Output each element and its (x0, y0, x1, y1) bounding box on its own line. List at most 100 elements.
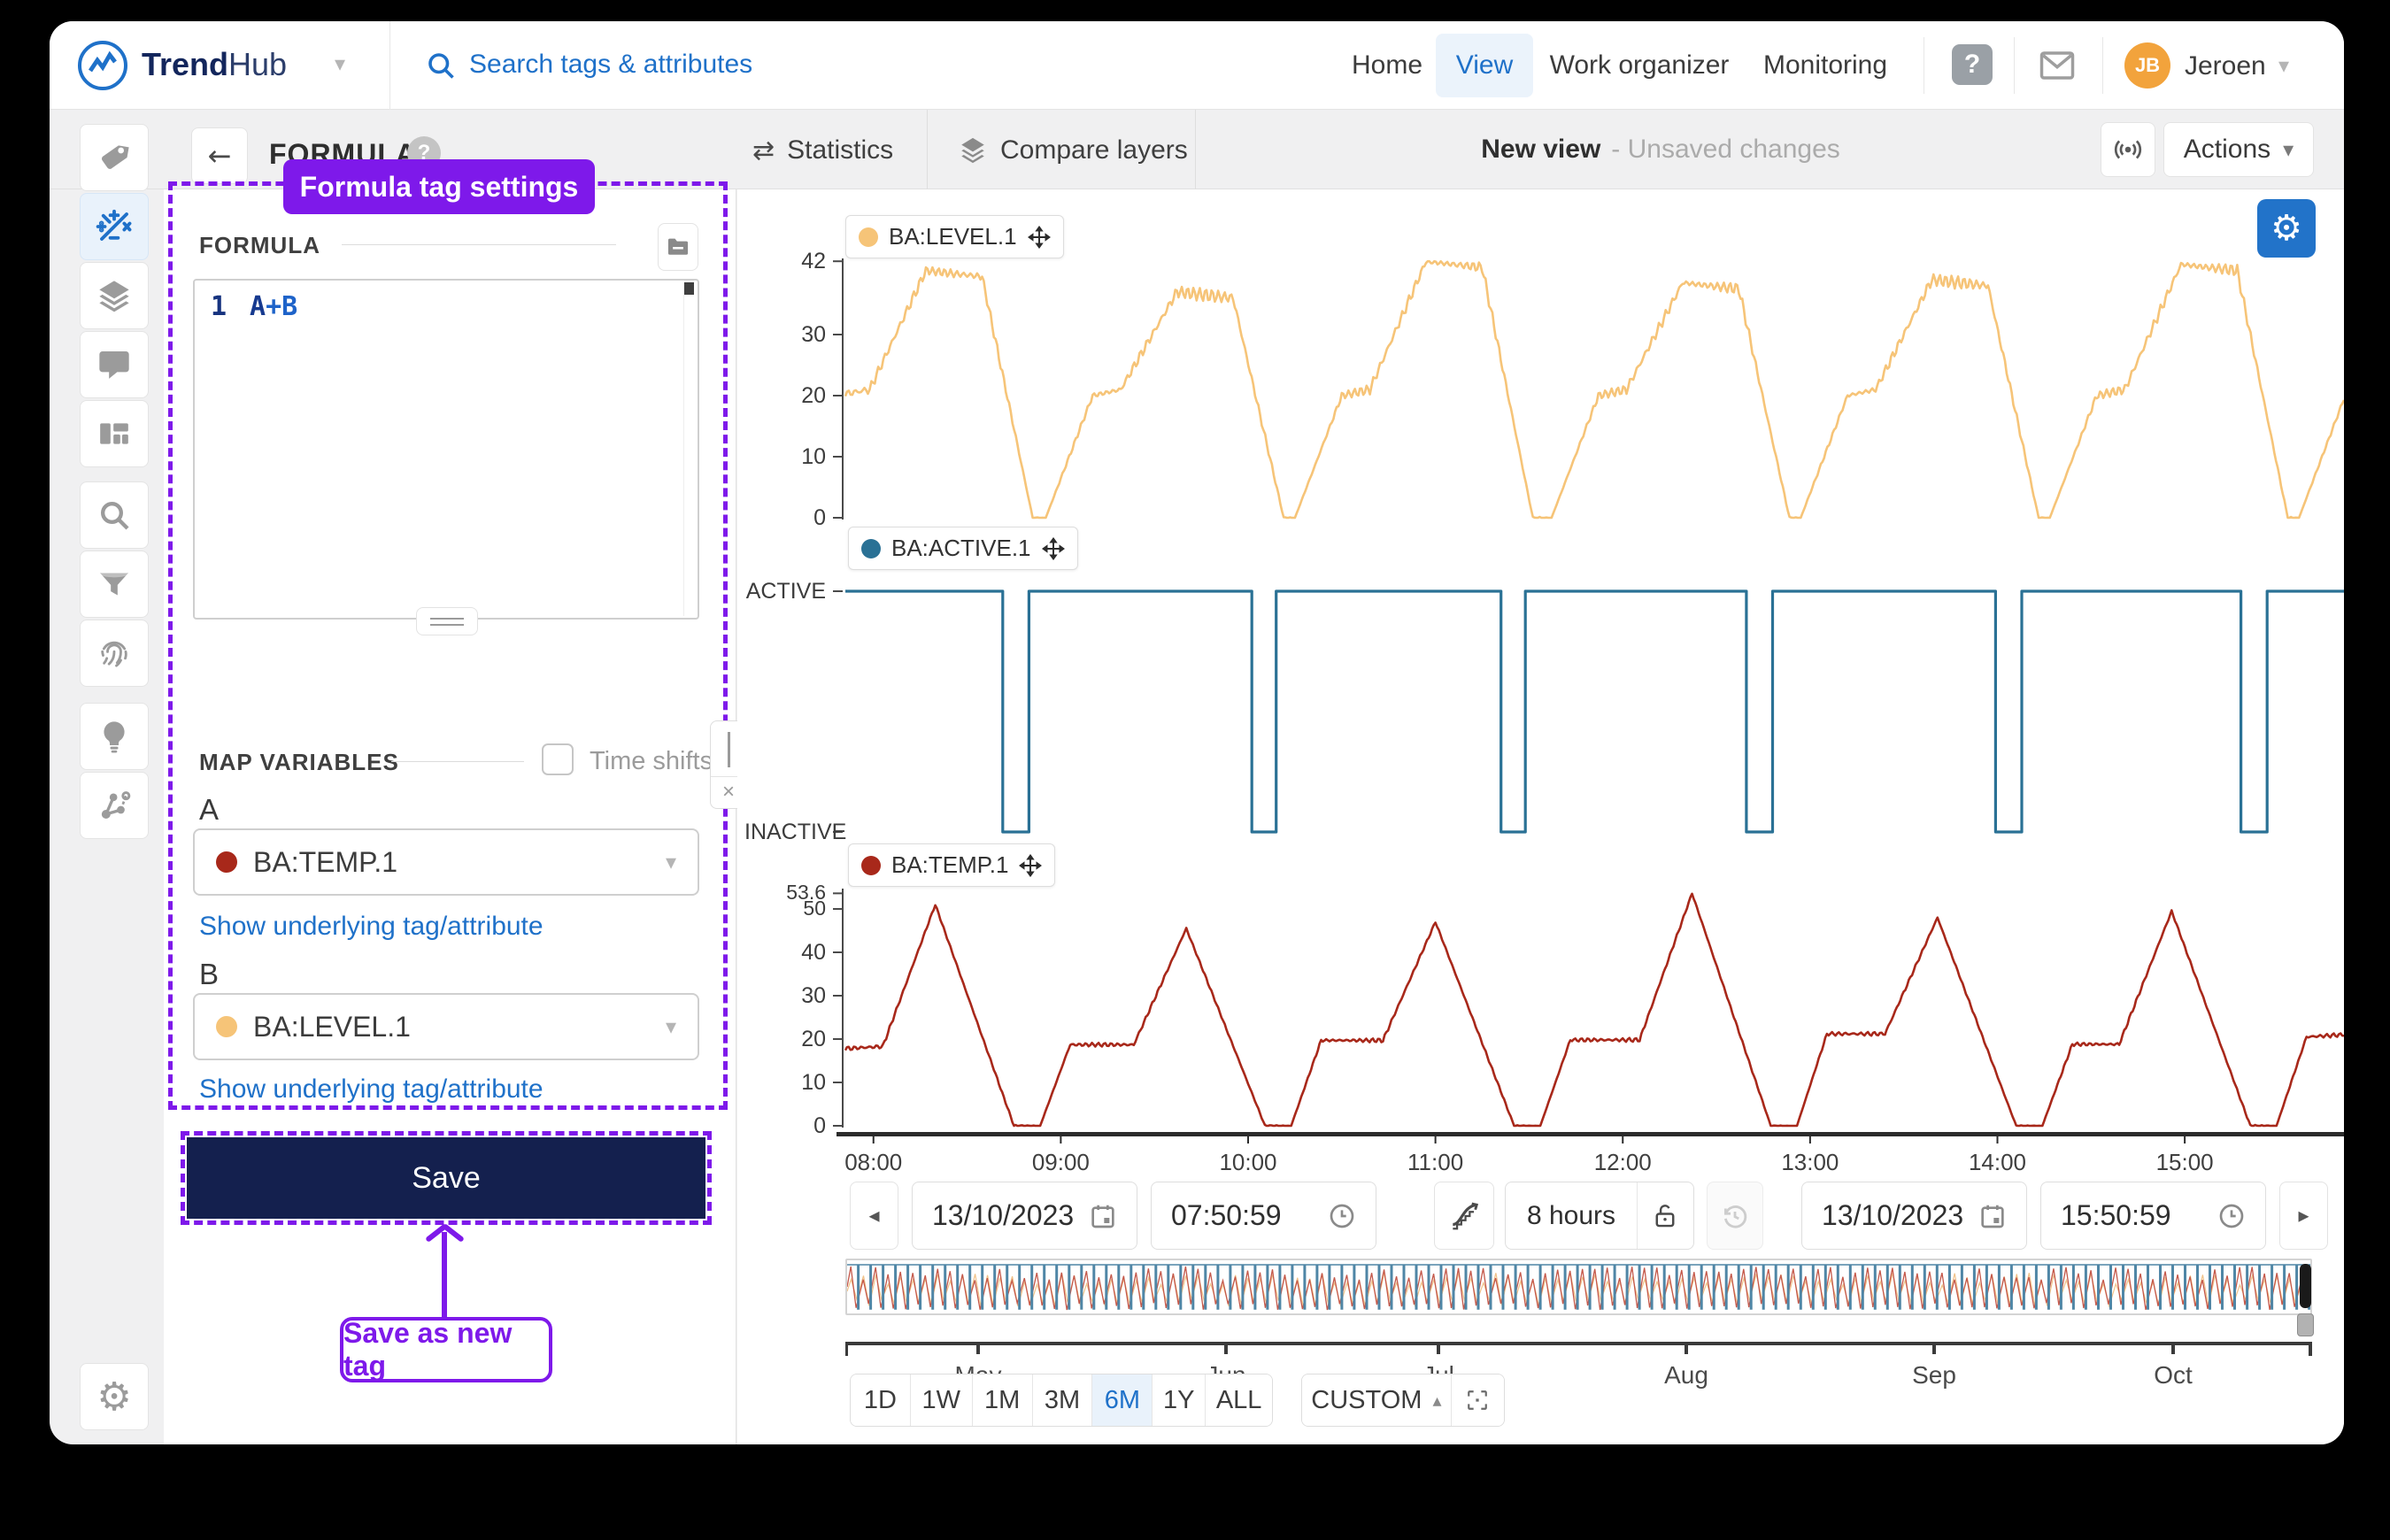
range-button-3m[interactable]: 3M (1033, 1374, 1093, 1426)
user-name[interactable]: Jeroen (2185, 51, 2266, 81)
sidebar-item-search[interactable] (80, 481, 149, 549)
range-button-group: 1D 1W 1M 3M 6M 1Y ALL (850, 1374, 1273, 1427)
trendhub-logo-icon[interactable] (78, 41, 127, 90)
series-dot (859, 227, 878, 247)
sidebar-item-filter[interactable] (80, 551, 149, 618)
start-date-field[interactable]: 13/10/2023 (912, 1182, 1137, 1250)
variable-a-series-dot (216, 851, 237, 873)
editor-resize-handle[interactable] (416, 607, 478, 635)
legend-chip-active[interactable]: BA:ACTIVE.1 (848, 527, 1078, 570)
custom-range-button[interactable]: CUSTOM ▴ (1302, 1374, 1452, 1426)
variable-b-dropdown[interactable]: BA:LEVEL.1 ▾ (193, 993, 699, 1060)
range-button-6m[interactable]: 6M (1092, 1374, 1153, 1426)
brand-hub: Hub (228, 46, 287, 83)
calendar-icon (1978, 1202, 2007, 1230)
sidebar-item-settings[interactable]: ⚙ (80, 1363, 149, 1430)
layers-icon (958, 135, 988, 166)
sidebar-item-comment[interactable] (80, 331, 149, 398)
variable-a-show-underlying-link[interactable]: Show underlying tag/attribute (199, 912, 544, 942)
actions-button[interactable]: Actions ▾ (2163, 122, 2314, 177)
section-rule (342, 244, 616, 245)
y-tick-label: 10 (744, 444, 826, 470)
formula-code[interactable]: A+B (250, 291, 297, 322)
editor-scrollbar[interactable] (683, 282, 694, 616)
x-tick-label: 10:00 (1195, 1149, 1301, 1176)
variable-b-show-underlying-link[interactable]: Show underlying tag/attribute (199, 1074, 544, 1105)
legend-chip-temp[interactable]: BA:TEMP.1 (848, 843, 1055, 887)
range-button-1w[interactable]: 1W (911, 1374, 973, 1426)
user-chevron-down-icon[interactable]: ▾ (2278, 53, 2289, 78)
view-title-status: - Unsaved changes (1611, 135, 1840, 165)
sidebar-item-layers[interactable] (80, 262, 149, 329)
pan-right-button[interactable]: ▸ (2279, 1182, 2328, 1250)
y-tick-label: 42 (744, 249, 826, 274)
end-time-field[interactable]: 15:50:59 (2040, 1182, 2266, 1250)
range-button-1m[interactable]: 1M (973, 1374, 1033, 1426)
nav-view[interactable]: View (1436, 34, 1533, 97)
range-button-1d[interactable]: 1D (851, 1374, 911, 1426)
nav-monitoring[interactable]: Monitoring (1746, 34, 1905, 97)
save-button[interactable]: Save (187, 1137, 705, 1219)
formula-folder-button[interactable] (658, 223, 698, 271)
sidebar-item-dashboard[interactable] (80, 400, 149, 467)
compare-layers-button[interactable]: Compare layers (958, 131, 1188, 170)
y-tick-label: 30 (744, 322, 826, 348)
series-name: BA:LEVEL.1 (889, 223, 1017, 250)
y-tick-label: 10 (744, 1070, 826, 1096)
y-tick-label: INACTIVE (744, 820, 826, 845)
variable-b-series-dot (216, 1016, 237, 1037)
range-button-all[interactable]: ALL (1206, 1374, 1272, 1426)
brand-chevron-down-icon[interactable]: ▾ (335, 51, 345, 76)
view-title: New view - Unsaved changes (1377, 135, 1944, 165)
y-tick-label: 20 (744, 1027, 826, 1052)
y-tick-label: 20 (744, 383, 826, 409)
overview-selection-grip[interactable] (2297, 1313, 2314, 1336)
nav-home[interactable]: Home (1338, 34, 1436, 97)
mail-icon[interactable] (2039, 48, 2076, 83)
sidebar-item-network[interactable] (80, 772, 149, 839)
interpolation-button[interactable] (1434, 1182, 1494, 1250)
y-tick-label: 40 (744, 940, 826, 966)
series-dot (861, 856, 881, 875)
calendar-icon (1089, 1202, 1117, 1230)
actions-chevron-down-icon: ▾ (2283, 137, 2294, 162)
sidebar-item-lightbulb[interactable] (80, 703, 149, 770)
sidebar-item-formula[interactable] (80, 193, 149, 260)
series-dot (861, 539, 881, 558)
chart-settings-button[interactable]: ⚙ (2257, 199, 2316, 258)
overview-strip[interactable] (845, 1259, 2312, 1315)
range-button-1y[interactable]: 1Y (1153, 1374, 1206, 1426)
variable-a-chevron-down-icon: ▾ (666, 850, 676, 874)
formula-editor[interactable]: 1 A+B (193, 279, 699, 620)
nav-work-organizer[interactable]: Work organizer (1542, 34, 1737, 97)
statistics-button[interactable]: ⇄ Statistics (752, 131, 893, 170)
start-time-field[interactable]: 07:50:59 (1151, 1182, 1376, 1250)
end-date-field[interactable]: 13/10/2023 (1801, 1182, 2027, 1250)
x-tick-label: 08:00 (821, 1149, 927, 1176)
move-icon[interactable] (1028, 226, 1051, 249)
duration-value[interactable]: 8 hours (1506, 1201, 1637, 1231)
sidebar-item-tag[interactable] (80, 124, 149, 191)
fit-range-button[interactable] (1452, 1374, 1504, 1426)
top-bar: TrendHub ▾ Search tags & attributes Home… (50, 21, 2344, 110)
help-icon[interactable]: ? (1952, 44, 1993, 85)
topbar-divider (2102, 37, 2103, 94)
legend-chip-level[interactable]: BA:LEVEL.1 (845, 215, 1064, 258)
history-reset-button[interactable] (1707, 1182, 1763, 1250)
avatar[interactable]: JB (2124, 42, 2170, 89)
overview-selection-handle[interactable] (2300, 1264, 2311, 1308)
pan-left-button[interactable]: ◂ (850, 1182, 898, 1250)
lock-icon[interactable] (1637, 1202, 1693, 1230)
back-button[interactable]: ← (191, 127, 248, 184)
time-shifts-label: Time shifts (590, 747, 713, 776)
search-input[interactable]: Search tags & attributes (469, 50, 752, 80)
duration-group: 8 hours (1505, 1182, 1694, 1250)
move-icon[interactable] (1042, 537, 1065, 560)
broadcast-button[interactable] (2101, 122, 2155, 177)
time-shifts-checkbox[interactable] (542, 743, 574, 775)
chart-layer: 423020100BA:LEVEL.1ACTIVEINACTIVEBA:ACTI… (737, 189, 2344, 1444)
move-icon[interactable] (1019, 854, 1042, 877)
sidebar-item-fingerprint[interactable] (80, 620, 149, 687)
variable-a-dropdown[interactable]: BA:TEMP.1 ▾ (193, 828, 699, 896)
x-tick-label: 13:00 (1757, 1149, 1863, 1176)
